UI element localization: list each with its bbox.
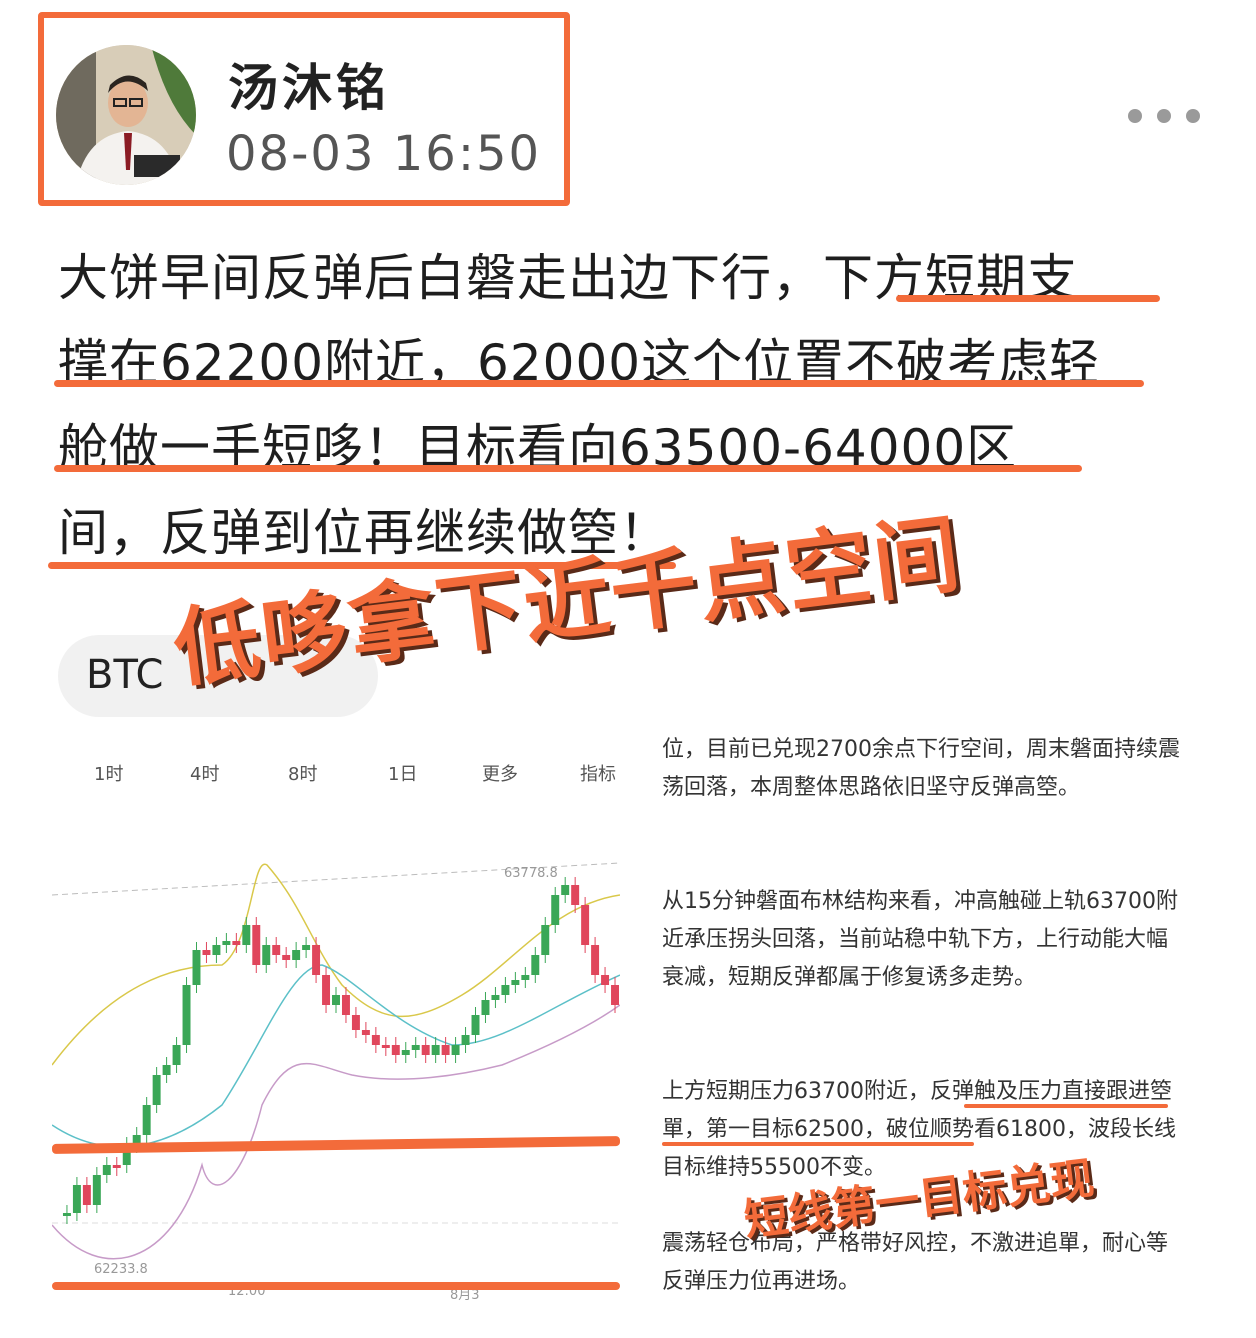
candle xyxy=(391,1045,400,1055)
highlight-underline xyxy=(54,465,1082,472)
candle xyxy=(142,1105,151,1135)
candle xyxy=(162,1065,171,1075)
candle xyxy=(441,1045,450,1055)
candle xyxy=(272,945,281,955)
candle xyxy=(92,1175,101,1205)
candle xyxy=(471,1015,480,1035)
analysis-underline xyxy=(662,1142,974,1146)
candle xyxy=(322,975,331,1005)
candle xyxy=(551,895,560,925)
candle xyxy=(222,941,231,945)
candle xyxy=(262,945,271,965)
author-name[interactable]: 汤沐铭 xyxy=(228,48,390,120)
candle xyxy=(202,950,211,955)
kline-chart xyxy=(51,745,621,1300)
candle xyxy=(292,950,301,960)
ticker-label: BTC xyxy=(86,652,164,698)
analysis-paragraph: 从15分钟磐面布林结构来看，冲高触碰上轨63700附近承压拐头回落，当前站稳中轨… xyxy=(662,889,1178,990)
candle xyxy=(351,1015,360,1030)
candle xyxy=(411,1045,420,1050)
candle xyxy=(501,985,510,995)
timeframe-tab[interactable]: 1时 xyxy=(94,760,123,786)
timeframe-tab[interactable]: 4时 xyxy=(190,760,219,786)
candle xyxy=(581,905,590,945)
indicator-tab[interactable]: 指标 xyxy=(580,760,616,786)
candle xyxy=(302,945,311,950)
more-dot-icon xyxy=(1128,109,1142,123)
more-dot-icon xyxy=(1186,109,1200,123)
candle xyxy=(152,1075,161,1105)
chart-high-label: 63778.8 xyxy=(504,866,558,881)
candle xyxy=(381,1045,390,1048)
candle xyxy=(242,925,251,945)
analysis-underline xyxy=(964,1104,1168,1108)
highlight-underline xyxy=(54,380,1144,387)
avatar[interactable] xyxy=(56,45,196,185)
candle xyxy=(232,941,241,945)
candle xyxy=(312,945,321,975)
candle xyxy=(461,1035,470,1045)
candle xyxy=(601,975,610,985)
candle xyxy=(212,945,221,955)
highlight-underline xyxy=(896,295,1160,302)
post-timestamp: 08-03 16:50 xyxy=(226,126,542,182)
candle xyxy=(611,985,619,1005)
more-dot-icon xyxy=(1157,109,1171,123)
candle xyxy=(192,950,201,985)
candle xyxy=(72,1185,81,1213)
analysis-paragraph: 位，目前已兑现2700余点下行空间，周末磐面持续震荡回落，本周整体思路依旧坚守反… xyxy=(662,737,1180,800)
candle xyxy=(521,975,530,980)
candle xyxy=(401,1050,410,1055)
candle xyxy=(421,1045,430,1055)
candle xyxy=(451,1045,460,1055)
candle xyxy=(332,995,340,1005)
candle xyxy=(591,945,600,975)
candle xyxy=(531,955,540,975)
candle xyxy=(571,885,580,905)
timeframe-tab[interactable]: 1日 xyxy=(388,760,417,786)
candle xyxy=(481,1000,490,1015)
analysis-paragraph: 震荡轻仓布局，严格带好风控，不激进追單，耐心等反弹压力位再进场。 xyxy=(662,1231,1169,1294)
chart-low-label: 62233.8 xyxy=(94,1262,148,1277)
candle xyxy=(182,985,191,1045)
candle xyxy=(431,1045,440,1055)
timeframe-tab-more[interactable]: 更多 xyxy=(482,760,518,786)
candle xyxy=(102,1165,111,1175)
candle xyxy=(82,1185,91,1205)
candle xyxy=(282,955,291,960)
candle xyxy=(361,1030,370,1035)
candle xyxy=(172,1045,181,1065)
candle xyxy=(341,995,350,1015)
candle xyxy=(252,925,261,965)
candle xyxy=(561,885,570,895)
candle xyxy=(112,1165,121,1168)
candle xyxy=(371,1035,380,1045)
bottom-highlight-line xyxy=(52,1282,620,1290)
candle xyxy=(62,1213,71,1216)
candle xyxy=(511,980,520,985)
more-options-button[interactable] xyxy=(1128,98,1200,134)
timeframe-tab[interactable]: 8时 xyxy=(288,760,317,786)
candle xyxy=(541,925,550,955)
candle xyxy=(491,995,500,1000)
